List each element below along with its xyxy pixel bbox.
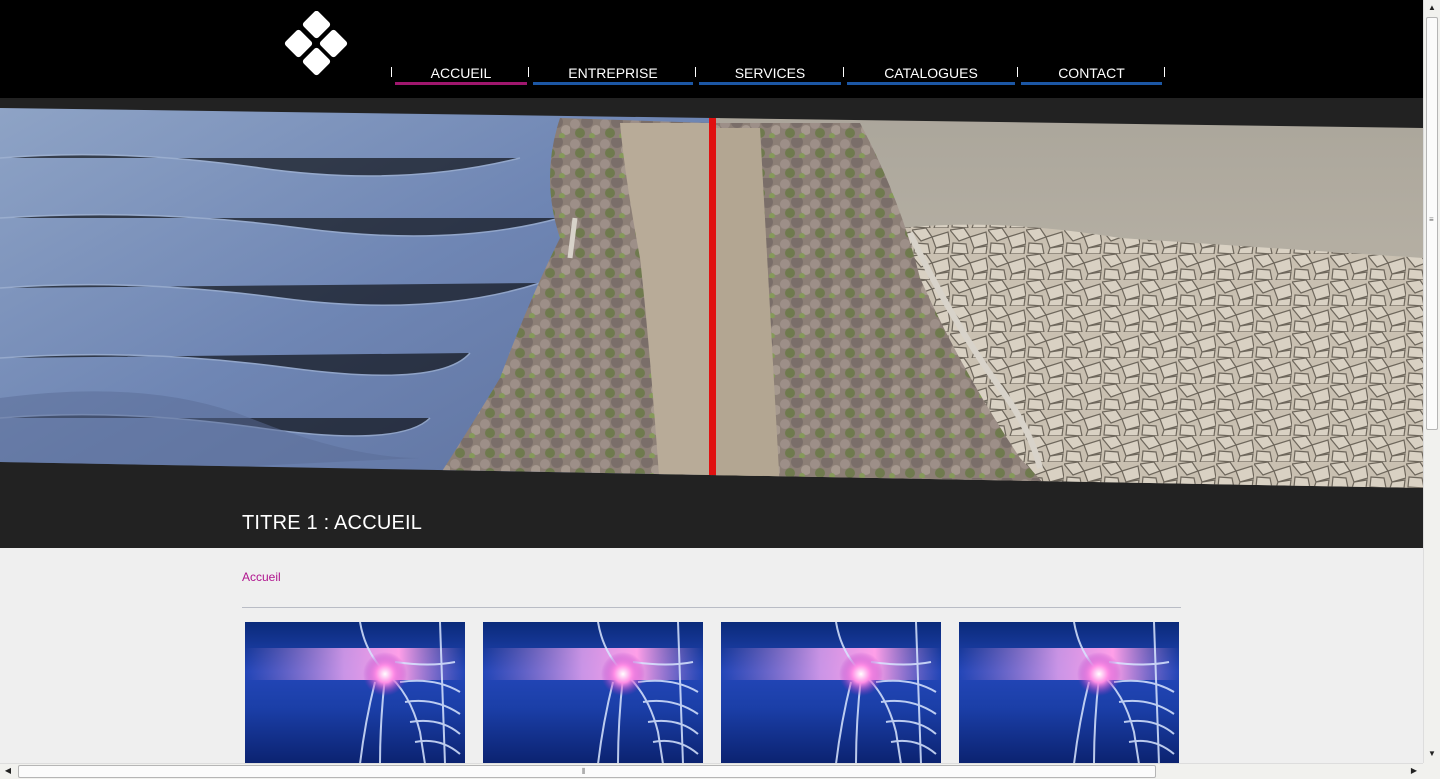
thumbnail-card[interactable] <box>721 622 941 764</box>
scroll-down-arrow-icon[interactable]: ▼ <box>1424 746 1440 762</box>
breadcrumb-link[interactable]: Accueil <box>242 570 281 584</box>
scroll-right-arrow-icon[interactable]: ▶ <box>1406 763 1422 779</box>
vertical-scrollbar[interactable]: ▲ ≡ ▼ <box>1423 0 1440 763</box>
shoulder-xray-image <box>245 622 465 764</box>
nav-separator <box>695 67 696 77</box>
nav-underline <box>533 82 693 85</box>
nav-separator <box>1164 67 1165 77</box>
banner-image <box>0 108 1423 488</box>
page: ACCUEIL ENTREPRISE SERVICES CATALOGUES C… <box>0 0 1423 779</box>
page-title: TITRE 1 : ACCUEIL <box>242 512 423 534</box>
nav-item-label: ENTREPRISE <box>568 65 658 81</box>
horizontal-scrollbar[interactable]: ◀ ⦀ ▶ <box>0 763 1423 779</box>
nav-item-label: ACCUEIL <box>430 65 492 81</box>
shoulder-xray-image <box>721 622 941 764</box>
nav-item-accueil[interactable]: ACCUEIL <box>395 64 527 85</box>
nav-item-entreprise[interactable]: ENTREPRISE <box>533 64 693 85</box>
nav-active-underline <box>395 82 527 85</box>
nav-item-label: SERVICES <box>734 65 806 81</box>
nav-item-services[interactable]: SERVICES <box>699 64 841 85</box>
nav-item-label: CONTACT <box>1058 65 1125 81</box>
thumbnail-card[interactable] <box>959 622 1179 764</box>
nav-separator <box>843 67 844 77</box>
content-divider <box>242 607 1181 608</box>
thumbnail-card[interactable] <box>483 622 703 764</box>
vertical-scroll-thumb[interactable]: ≡ <box>1426 17 1438 430</box>
grip-icon: ≡ <box>1429 215 1434 224</box>
scroll-up-arrow-icon[interactable]: ▲ <box>1424 0 1440 16</box>
nav-separator <box>391 67 392 77</box>
site-header: ACCUEIL ENTREPRISE SERVICES CATALOGUES C… <box>0 0 1423 98</box>
main-nav: ACCUEIL ENTREPRISE SERVICES CATALOGUES C… <box>391 64 1171 86</box>
nav-item-catalogues[interactable]: CATALOGUES <box>847 64 1015 85</box>
nav-separator <box>1017 67 1018 77</box>
scroll-left-arrow-icon[interactable]: ◀ <box>0 763 16 779</box>
horizontal-scroll-thumb[interactable]: ⦀ <box>18 765 1156 778</box>
shoulder-xray-image <box>959 622 1179 764</box>
grip-icon: ⦀ <box>582 767 586 776</box>
nav-separator <box>528 67 529 77</box>
nav-underline <box>1021 82 1162 85</box>
logo-icon[interactable] <box>278 11 354 87</box>
nav-item-contact[interactable]: CONTACT <box>1021 64 1162 85</box>
scrollbar-corner <box>1423 763 1440 779</box>
nav-underline <box>699 82 841 85</box>
thumbnail-card[interactable] <box>245 622 465 764</box>
shoulder-xray-image <box>483 622 703 764</box>
nav-item-label: CATALOGUES <box>884 65 978 81</box>
nav-underline <box>847 82 1015 85</box>
